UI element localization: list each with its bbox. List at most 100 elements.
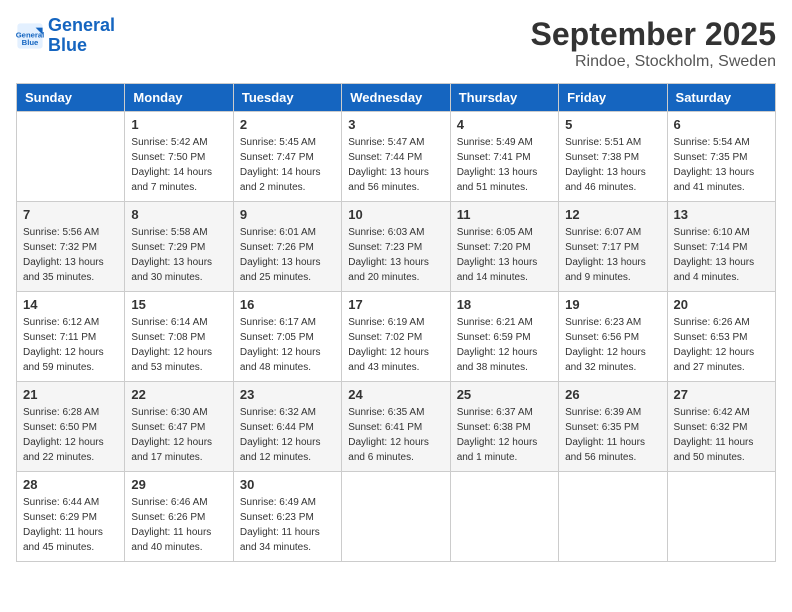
calendar-cell: 20 Sunrise: 6:26 AM Sunset: 6:53 PM Dayli… bbox=[667, 292, 775, 382]
day-number: 28 bbox=[23, 477, 118, 492]
day-number: 3 bbox=[348, 117, 443, 132]
calendar-cell: 21 Sunrise: 6:28 AM Sunset: 6:50 PM Dayli… bbox=[17, 382, 125, 472]
day-info: Sunrise: 5:45 AM Sunset: 7:47 PM Dayligh… bbox=[240, 135, 335, 195]
weekday-header-monday: Monday bbox=[125, 84, 233, 112]
day-number: 12 bbox=[565, 207, 660, 222]
day-info: Sunrise: 6:32 AM Sunset: 6:44 PM Dayligh… bbox=[240, 405, 335, 465]
day-number: 30 bbox=[240, 477, 335, 492]
day-info: Sunrise: 6:01 AM Sunset: 7:26 PM Dayligh… bbox=[240, 225, 335, 285]
calendar-cell: 19 Sunrise: 6:23 AM Sunset: 6:56 PM Dayli… bbox=[559, 292, 667, 382]
week-row-3: 14 Sunrise: 6:12 AM Sunset: 7:11 PM Dayli… bbox=[17, 292, 776, 382]
day-info: Sunrise: 5:58 AM Sunset: 7:29 PM Dayligh… bbox=[131, 225, 226, 285]
logo: General Blue General Blue bbox=[16, 16, 115, 56]
calendar-cell: 1 Sunrise: 5:42 AM Sunset: 7:50 PM Daylig… bbox=[125, 112, 233, 202]
weekday-header-row: SundayMondayTuesdayWednesdayThursdayFrid… bbox=[17, 84, 776, 112]
calendar-cell: 5 Sunrise: 5:51 AM Sunset: 7:38 PM Daylig… bbox=[559, 112, 667, 202]
day-number: 20 bbox=[674, 297, 769, 312]
day-info: Sunrise: 6:35 AM Sunset: 6:41 PM Dayligh… bbox=[348, 405, 443, 465]
day-number: 8 bbox=[131, 207, 226, 222]
calendar-cell: 10 Sunrise: 6:03 AM Sunset: 7:23 PM Dayli… bbox=[342, 202, 450, 292]
day-info: Sunrise: 6:10 AM Sunset: 7:14 PM Dayligh… bbox=[674, 225, 769, 285]
calendar-cell: 12 Sunrise: 6:07 AM Sunset: 7:17 PM Dayli… bbox=[559, 202, 667, 292]
calendar-cell: 28 Sunrise: 6:44 AM Sunset: 6:29 PM Dayli… bbox=[17, 472, 125, 562]
weekday-header-thursday: Thursday bbox=[450, 84, 558, 112]
calendar-cell: 3 Sunrise: 5:47 AM Sunset: 7:44 PM Daylig… bbox=[342, 112, 450, 202]
week-row-5: 28 Sunrise: 6:44 AM Sunset: 6:29 PM Dayli… bbox=[17, 472, 776, 562]
day-info: Sunrise: 6:39 AM Sunset: 6:35 PM Dayligh… bbox=[565, 405, 660, 465]
day-number: 16 bbox=[240, 297, 335, 312]
day-number: 18 bbox=[457, 297, 552, 312]
logo-text-blue: Blue bbox=[48, 36, 115, 56]
day-info: Sunrise: 5:47 AM Sunset: 7:44 PM Dayligh… bbox=[348, 135, 443, 195]
day-number: 27 bbox=[674, 387, 769, 402]
day-info: Sunrise: 6:19 AM Sunset: 7:02 PM Dayligh… bbox=[348, 315, 443, 375]
day-number: 15 bbox=[131, 297, 226, 312]
calendar-cell bbox=[667, 472, 775, 562]
day-info: Sunrise: 6:28 AM Sunset: 6:50 PM Dayligh… bbox=[23, 405, 118, 465]
calendar-cell: 6 Sunrise: 5:54 AM Sunset: 7:35 PM Daylig… bbox=[667, 112, 775, 202]
calendar-cell: 24 Sunrise: 6:35 AM Sunset: 6:41 PM Dayli… bbox=[342, 382, 450, 472]
day-info: Sunrise: 6:03 AM Sunset: 7:23 PM Dayligh… bbox=[348, 225, 443, 285]
day-number: 29 bbox=[131, 477, 226, 492]
day-info: Sunrise: 6:30 AM Sunset: 6:47 PM Dayligh… bbox=[131, 405, 226, 465]
day-info: Sunrise: 5:56 AM Sunset: 7:32 PM Dayligh… bbox=[23, 225, 118, 285]
calendar-cell: 7 Sunrise: 5:56 AM Sunset: 7:32 PM Daylig… bbox=[17, 202, 125, 292]
day-number: 23 bbox=[240, 387, 335, 402]
month-title: September 2025 bbox=[531, 16, 776, 53]
day-number: 2 bbox=[240, 117, 335, 132]
day-number: 5 bbox=[565, 117, 660, 132]
logo-text-general: General bbox=[48, 16, 115, 36]
day-number: 10 bbox=[348, 207, 443, 222]
calendar-cell bbox=[450, 472, 558, 562]
day-info: Sunrise: 5:42 AM Sunset: 7:50 PM Dayligh… bbox=[131, 135, 226, 195]
calendar-cell: 14 Sunrise: 6:12 AM Sunset: 7:11 PM Dayli… bbox=[17, 292, 125, 382]
day-info: Sunrise: 6:17 AM Sunset: 7:05 PM Dayligh… bbox=[240, 315, 335, 375]
calendar-cell: 26Sunrise: 6:39 AM Sunset: 6:35 PM Dayli… bbox=[559, 382, 667, 472]
day-info: Sunrise: 6:42 AM Sunset: 6:32 PM Dayligh… bbox=[674, 405, 769, 465]
weekday-header-friday: Friday bbox=[559, 84, 667, 112]
calendar-cell: 15Sunrise: 6:14 AM Sunset: 7:08 PM Dayli… bbox=[125, 292, 233, 382]
day-info: Sunrise: 6:44 AM Sunset: 6:29 PM Dayligh… bbox=[23, 495, 118, 555]
calendar-cell: 4 Sunrise: 5:49 AM Sunset: 7:41 PM Daylig… bbox=[450, 112, 558, 202]
day-info: Sunrise: 6:37 AM Sunset: 6:38 PM Dayligh… bbox=[457, 405, 552, 465]
day-number: 22 bbox=[131, 387, 226, 402]
day-info: Sunrise: 5:49 AM Sunset: 7:41 PM Dayligh… bbox=[457, 135, 552, 195]
week-row-1: 1 Sunrise: 5:42 AM Sunset: 7:50 PM Daylig… bbox=[17, 112, 776, 202]
logo-icon: General Blue bbox=[16, 22, 44, 50]
weekday-header-wednesday: Wednesday bbox=[342, 84, 450, 112]
day-info: Sunrise: 6:26 AM Sunset: 6:53 PM Dayligh… bbox=[674, 315, 769, 375]
day-number: 25 bbox=[457, 387, 552, 402]
calendar-cell: 16 Sunrise: 6:17 AM Sunset: 7:05 PM Dayli… bbox=[233, 292, 341, 382]
day-info: Sunrise: 5:54 AM Sunset: 7:35 PM Dayligh… bbox=[674, 135, 769, 195]
day-info: Sunrise: 5:51 AM Sunset: 7:38 PM Dayligh… bbox=[565, 135, 660, 195]
calendar-cell: 27 Sunrise: 6:42 AM Sunset: 6:32 PM Dayli… bbox=[667, 382, 775, 472]
day-number: 9 bbox=[240, 207, 335, 222]
calendar-cell: 18Sunrise: 6:21 AM Sunset: 6:59 PM Dayli… bbox=[450, 292, 558, 382]
day-number: 1 bbox=[131, 117, 226, 132]
day-info: Sunrise: 6:12 AM Sunset: 7:11 PM Dayligh… bbox=[23, 315, 118, 375]
day-info: Sunrise: 6:07 AM Sunset: 7:17 PM Dayligh… bbox=[565, 225, 660, 285]
calendar-cell: 13Sunrise: 6:10 AM Sunset: 7:14 PM Dayli… bbox=[667, 202, 775, 292]
day-info: Sunrise: 6:49 AM Sunset: 6:23 PM Dayligh… bbox=[240, 495, 335, 555]
day-number: 24 bbox=[348, 387, 443, 402]
day-info: Sunrise: 6:23 AM Sunset: 6:56 PM Dayligh… bbox=[565, 315, 660, 375]
calendar-cell bbox=[17, 112, 125, 202]
day-number: 4 bbox=[457, 117, 552, 132]
calendar-cell: 23 Sunrise: 6:32 AM Sunset: 6:44 PM Dayli… bbox=[233, 382, 341, 472]
calendar-cell: 8 Sunrise: 5:58 AM Sunset: 7:29 PM Daylig… bbox=[125, 202, 233, 292]
day-number: 6 bbox=[674, 117, 769, 132]
day-number: 21 bbox=[23, 387, 118, 402]
day-number: 11 bbox=[457, 207, 552, 222]
day-info: Sunrise: 6:46 AM Sunset: 6:26 PM Dayligh… bbox=[131, 495, 226, 555]
day-number: 7 bbox=[23, 207, 118, 222]
day-number: 19 bbox=[565, 297, 660, 312]
day-number: 14 bbox=[23, 297, 118, 312]
location-title: Rindoe, Stockholm, Sweden bbox=[531, 53, 776, 71]
weekday-header-saturday: Saturday bbox=[667, 84, 775, 112]
week-row-4: 21 Sunrise: 6:28 AM Sunset: 6:50 PM Dayli… bbox=[17, 382, 776, 472]
calendar-cell: 25 Sunrise: 6:37 AM Sunset: 6:38 PM Dayli… bbox=[450, 382, 558, 472]
calendar-cell: 2 Sunrise: 5:45 AM Sunset: 7:47 PM Daylig… bbox=[233, 112, 341, 202]
calendar-cell: 11Sunrise: 6:05 AM Sunset: 7:20 PM Dayli… bbox=[450, 202, 558, 292]
day-number: 17 bbox=[348, 297, 443, 312]
calendar-cell bbox=[559, 472, 667, 562]
